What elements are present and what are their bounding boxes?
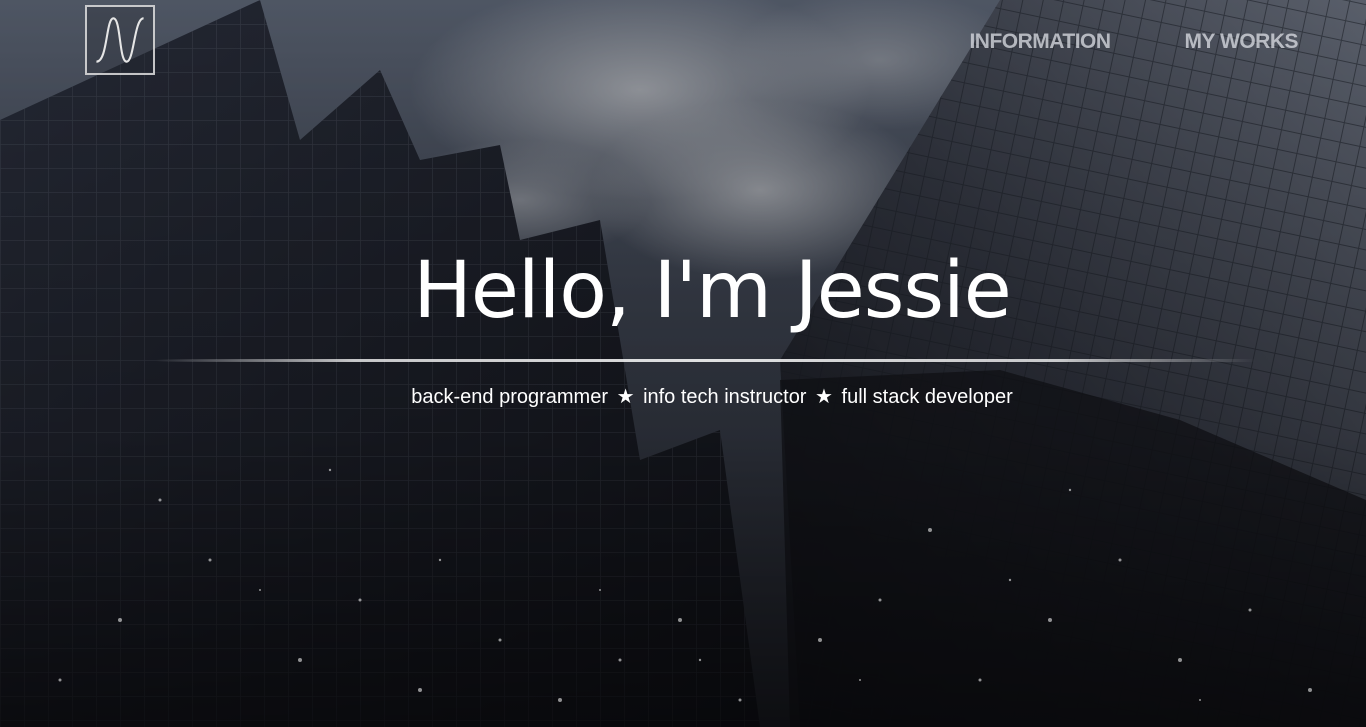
hero-tagline: back-end programmer ★ info tech instruct… (0, 384, 1366, 409)
nav-link-my-works[interactable]: MY WORKS (1185, 30, 1299, 54)
star-icon: ★ (815, 386, 833, 408)
logo-icon[interactable] (85, 5, 155, 75)
star-icon: ★ (616, 386, 635, 408)
role-fullstack: full stack developer (841, 386, 1013, 408)
role-instructor: info tech instructor (643, 386, 807, 408)
hero-divider (156, 359, 1256, 362)
role-backend: back-end programmer (411, 386, 608, 408)
main-nav: INFORMATION MY WORKS (969, 30, 1298, 54)
waveform-icon (95, 17, 145, 63)
hero-section: INFORMATION MY WORKS Hello, I'm Jessie b… (0, 0, 1366, 727)
hero-headline: Hello, I'm Jessie (413, 246, 1011, 336)
city-skyline-background (0, 0, 1366, 727)
nav-link-information[interactable]: INFORMATION (969, 30, 1111, 54)
